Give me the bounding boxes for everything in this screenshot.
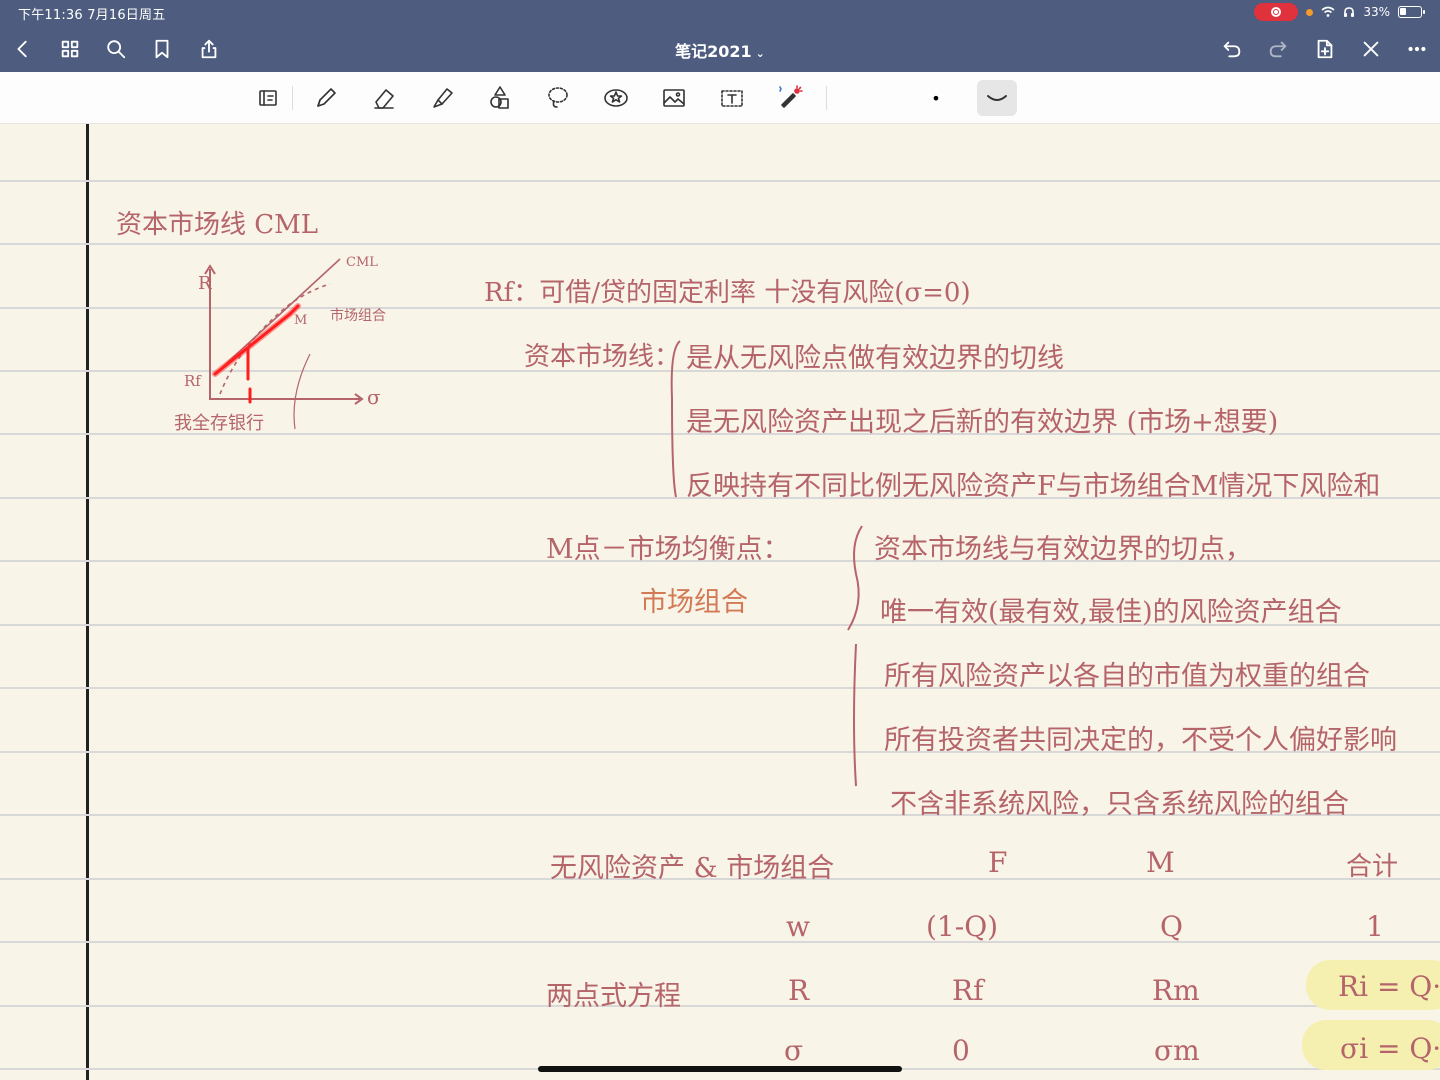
graph-bottom-label: 我全存银行 — [174, 413, 264, 434]
brace — [847, 525, 863, 787]
note-page[interactable]: 资本市场线 CML R σ CML M 市场组合 Rf 我全存银行 Rf：可借/… — [0, 124, 1440, 1080]
screen-record-icon[interactable] — [1254, 3, 1299, 21]
graph-x-axis-label: σ — [367, 385, 381, 409]
drawing-toolbar: • — [0, 72, 1440, 124]
row-sigma-label: σ — [784, 1034, 804, 1067]
close-pen-icon[interactable] — [1358, 36, 1384, 62]
status-indicators: 33% — [1254, 3, 1425, 21]
table-header-total: 合计 — [1346, 852, 1399, 882]
graph-m-label: M — [294, 313, 307, 328]
eraser-icon[interactable] — [364, 80, 404, 116]
row-sigma-formula: σi = Q·σ — [1340, 1032, 1440, 1065]
section-label: 两点式方程 — [546, 981, 681, 1012]
cml-item: 是从无风险点做有效边界的切线 — [686, 343, 1064, 374]
chevron-down-icon: ⌄ — [755, 47, 765, 60]
row-r-f: Rf — [952, 974, 984, 1007]
top-bar: 下午11:36 7月16日周五 33% 笔记2021 ⌄ — [0, 0, 1440, 72]
mic-in-use-icon — [1306, 8, 1314, 16]
ruled-line — [0, 180, 1440, 182]
highlighter-icon[interactable] — [422, 80, 462, 116]
row-w-label: w — [786, 910, 810, 943]
text-tool-icon[interactable] — [712, 80, 752, 116]
brace — [670, 340, 681, 498]
row-r-formula: Ri = Q· — [1338, 970, 1440, 1003]
add-page-icon[interactable] — [1312, 36, 1338, 62]
rf-definition: Rf：可借/贷的固定利率 十没有风险(σ=0) — [484, 278, 971, 308]
m-point-item: 资本市场线与有效边界的切点， — [874, 534, 1252, 565]
shapes-icon[interactable] — [480, 80, 520, 116]
divider — [292, 86, 293, 110]
cml-item: 反映持有不同比例无风险资产F与市场组合M情况下风险和 — [686, 471, 1381, 502]
m-point-item: 唯一有效(最有效,最佳)的风险资产组合 — [880, 597, 1342, 628]
battery-icon — [1398, 6, 1425, 18]
row-w-m: Q — [1160, 910, 1183, 943]
redo-icon[interactable] — [1265, 36, 1291, 62]
sticker-icon[interactable] — [596, 80, 636, 116]
graph-y-axis-label: R — [198, 273, 212, 294]
note-heading: 资本市场线 CML — [116, 210, 319, 240]
table-header-f: F — [988, 846, 1008, 879]
m-point-sub: 市场组合 — [640, 587, 748, 618]
row-w-f: (1-Q) — [926, 910, 999, 943]
row-r-label: R — [788, 974, 810, 1007]
laser-pointer-icon[interactable] — [770, 80, 810, 116]
cml-graph: R σ CML M 市场组合 Rf 我全存银行 — [174, 255, 386, 434]
pen-size-dot[interactable]: • — [916, 80, 956, 116]
row-r-m: Rm — [1152, 974, 1200, 1007]
ruled-line — [0, 941, 1440, 943]
stroke-style-icon[interactable] — [977, 80, 1017, 116]
m-point-item: 所有投资者共同决定的，不受个人偏好影响 — [884, 725, 1397, 756]
undo-icon[interactable] — [1219, 36, 1245, 62]
table-title: 无风险资产 & 市场组合 — [550, 853, 835, 884]
headphones-icon — [1344, 7, 1355, 17]
divider — [826, 86, 827, 110]
row-w-total: 1 — [1366, 910, 1384, 943]
table-header-m: M — [1146, 846, 1175, 879]
row-sigma-m: σm — [1154, 1034, 1200, 1067]
ruled-line — [0, 1005, 1440, 1007]
graph-rf-label: Rf — [184, 372, 202, 390]
row-sigma-f: 0 — [952, 1034, 970, 1067]
graph-cml-label: CML — [346, 255, 378, 270]
cml-label: 资本市场线： — [524, 342, 681, 372]
lasso-icon[interactable] — [538, 80, 578, 116]
more-icon[interactable] — [1404, 36, 1430, 62]
pen-icon[interactable] — [306, 80, 346, 116]
image-icon[interactable] — [654, 80, 694, 116]
m-point-item: 不含非系统风险，只含系统风险的组合 — [890, 789, 1349, 820]
battery-percent: 33% — [1363, 5, 1390, 19]
margin-line — [86, 124, 89, 1080]
status-time: 下午11:36 7月16日周五 — [18, 8, 166, 23]
home-indicator[interactable] — [538, 1066, 902, 1072]
wifi-icon — [1321, 6, 1335, 17]
cml-item: 是无风险资产出现之后新的有效边界 (市场+想要) — [686, 407, 1279, 438]
graph-market-label: 市场组合 — [330, 307, 386, 324]
m-point-label: M点－市场均衡点： — [546, 534, 790, 565]
page-thumbnail-icon[interactable] — [248, 80, 288, 116]
m-point-item: 所有风险资产以各自的市值为权重的组合 — [884, 661, 1370, 692]
